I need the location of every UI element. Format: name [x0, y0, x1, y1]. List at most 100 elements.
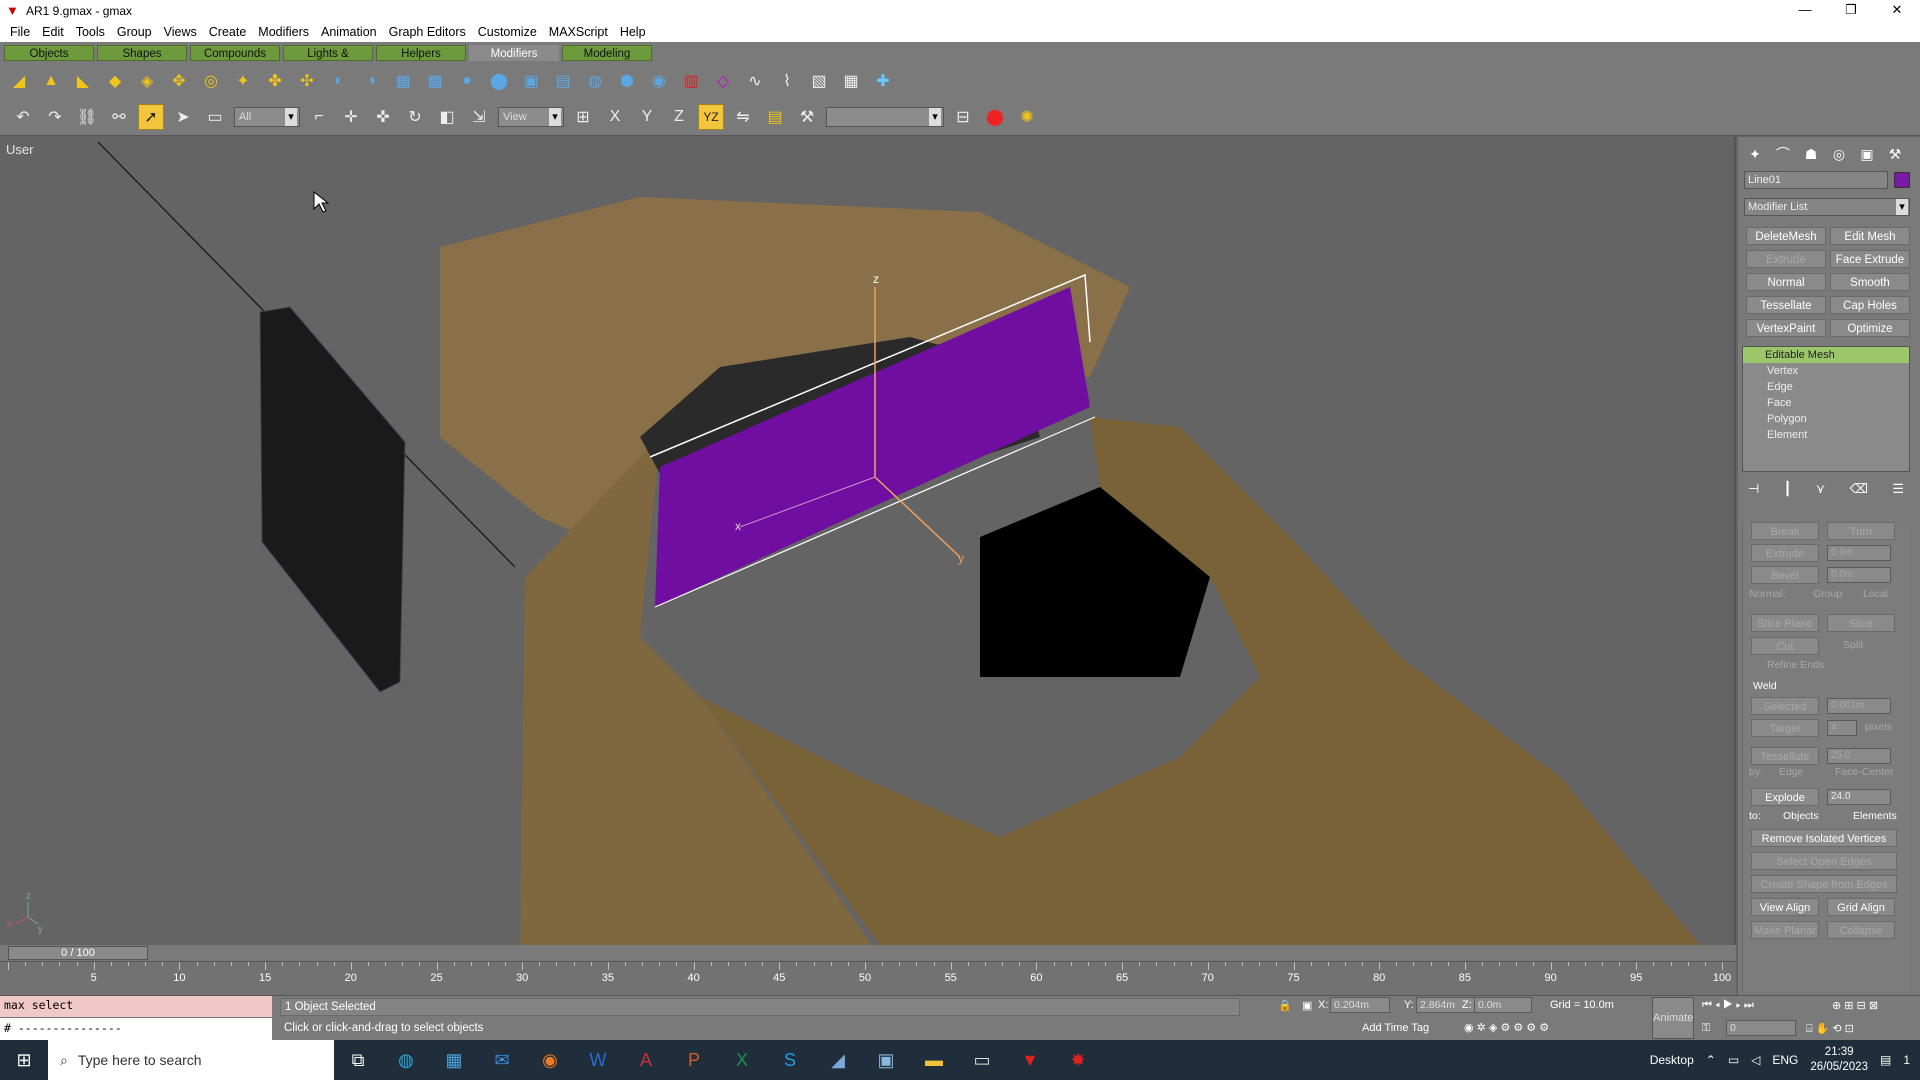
show-end-result-icon[interactable]: ┃: [1784, 481, 1792, 497]
weld-target-spinner[interactable]: 4: [1827, 720, 1857, 736]
squeeze-icon[interactable]: ✥: [166, 68, 192, 94]
spline-icon[interactable]: ⌇: [774, 68, 800, 94]
edge-radio[interactable]: Edge: [1779, 766, 1804, 778]
object-name-field[interactable]: Line01: [1744, 171, 1888, 189]
firefox-icon[interactable]: ◉: [526, 1040, 574, 1080]
select-object-icon[interactable]: ➚: [138, 103, 164, 130]
create-tab-icon[interactable]: ✦: [1744, 143, 1766, 165]
viewport-nav-icons[interactable]: ⊕ ⊞ ⊟ ⊠: [1832, 999, 1878, 1015]
bevel-spinner[interactable]: 0.0m: [1827, 567, 1891, 583]
viewport-nav-icons-2[interactable]: ⌸ ✋ ⟲ ⊡: [1806, 1022, 1854, 1038]
rotate-icon[interactable]: ↻: [402, 104, 428, 130]
tab-lights-cameras[interactable]: Lights & Cameras: [283, 45, 373, 76]
time-slider[interactable]: 0 / 100: [0, 945, 1736, 961]
chevron-up-icon[interactable]: ⌃: [1706, 1053, 1716, 1067]
link-icon[interactable]: ⛓: [74, 104, 100, 130]
rectangular-selection-icon[interactable]: ▭: [202, 104, 228, 130]
tab-objects[interactable]: Objects: [4, 45, 94, 61]
wave-icon[interactable]: ✣: [294, 68, 320, 94]
z-coord-field[interactable]: 0.0m: [1474, 997, 1532, 1013]
user-viewport[interactable]: User z x y z x y: [0, 137, 1736, 945]
tab-compounds[interactable]: Compounds: [190, 45, 280, 61]
normal-local-radio[interactable]: Local: [1863, 588, 1888, 600]
tab-helpers[interactable]: Helpers: [376, 45, 466, 61]
checker-icon[interactable]: ▦: [838, 68, 864, 94]
material-editor-icon[interactable]: ⊟: [950, 104, 976, 130]
edit-mesh-icon[interactable]: ▥: [678, 68, 704, 94]
explode-button[interactable]: Explode: [1751, 788, 1819, 806]
refine-ends-checkbox[interactable]: Refine Ends: [1767, 659, 1824, 671]
select-move-icon[interactable]: ✛: [338, 104, 364, 130]
minimize-button[interactable]: —: [1782, 0, 1828, 22]
bevel-button[interactable]: Bevel: [1751, 566, 1819, 584]
tessellate-rollout-button[interactable]: Tessellate: [1751, 747, 1819, 765]
bend-icon[interactable]: ◢: [6, 68, 32, 94]
move-icon[interactable]: ✜: [370, 104, 396, 130]
mesh-smooth-icon[interactable]: ◇: [710, 68, 736, 94]
menu-graph-editors[interactable]: Graph Editors: [383, 25, 472, 39]
menu-group[interactable]: Group: [111, 25, 158, 39]
app-icon-3[interactable]: ▭: [958, 1040, 1006, 1080]
scale-icon[interactable]: ◧: [434, 104, 460, 130]
network-icon[interactable]: ▭: [1728, 1053, 1739, 1067]
cap-holes-button[interactable]: Cap Holes: [1830, 296, 1910, 314]
clock[interactable]: 21:39 26/05/2023: [1810, 1045, 1868, 1075]
turn-button[interactable]: Turn: [1827, 522, 1895, 540]
cylinder-icon[interactable]: ⬤: [486, 68, 512, 94]
squash-icon[interactable]: ⇲: [466, 104, 492, 130]
menu-views[interactable]: Views: [158, 25, 203, 39]
windows-start-icon[interactable]: ⊞: [0, 1040, 48, 1080]
render-icon[interactable]: ⬤: [982, 104, 1008, 130]
smooth-button[interactable]: Smooth: [1830, 273, 1910, 291]
stack-vertex[interactable]: Vertex: [1743, 363, 1909, 379]
object-color-swatch[interactable]: [1894, 172, 1910, 188]
material-icon[interactable]: ✚: [870, 68, 896, 94]
utilities-tab-icon[interactable]: ⚒: [1884, 143, 1906, 165]
app-icon-1[interactable]: ◢: [814, 1040, 862, 1080]
maxscript-listener-input[interactable]: max select: [0, 996, 272, 1017]
mail-icon[interactable]: ✉: [478, 1040, 526, 1080]
gmax-taskbar-icon[interactable]: ▼: [1006, 1040, 1054, 1080]
sphere-icon[interactable]: ●: [454, 68, 480, 94]
taper-icon[interactable]: ▲: [38, 68, 64, 94]
surface-icon[interactable]: ▧: [806, 68, 832, 94]
volume-icon[interactable]: ◁: [1751, 1053, 1760, 1067]
menu-file[interactable]: File: [4, 25, 36, 39]
time-slider-thumb[interactable]: 0 / 100: [8, 946, 148, 960]
add-time-tag-button[interactable]: Add Time Tag: [1362, 1022, 1429, 1038]
collapse-button[interactable]: Collapse: [1827, 921, 1895, 939]
menu-tools[interactable]: Tools: [70, 25, 111, 39]
face-center-radio[interactable]: Face-Center: [1835, 766, 1893, 778]
motion-tab-icon[interactable]: ◎: [1828, 143, 1850, 165]
extrude-spinner[interactable]: 0.0m: [1827, 545, 1891, 561]
display-tab-icon[interactable]: ▣: [1856, 143, 1878, 165]
desktop-toolbar[interactable]: Desktop: [1650, 1053, 1694, 1067]
menu-animation[interactable]: Animation: [315, 25, 383, 39]
tab-shapes[interactable]: Shapes: [97, 45, 187, 61]
axis-x-button[interactable]: X: [602, 104, 628, 130]
align-icon[interactable]: ⚒: [794, 104, 820, 130]
close-button[interactable]: ✕: [1874, 0, 1920, 22]
animate-button[interactable]: Animate: [1652, 997, 1694, 1039]
reference-coord-dropdown[interactable]: View: [498, 106, 564, 127]
menu-maxscript[interactable]: MAXScript: [543, 25, 614, 39]
face-extrude-button[interactable]: Face Extrude: [1830, 250, 1910, 268]
optimize-button[interactable]: Optimize: [1830, 319, 1910, 337]
slice-button[interactable]: Slice: [1827, 614, 1895, 632]
axis-z-button[interactable]: Z: [666, 104, 692, 130]
task-view-icon[interactable]: ⧉: [334, 1040, 382, 1080]
pivot-center-icon[interactable]: ⊞: [570, 104, 596, 130]
unwrap-icon[interactable]: ▤: [550, 68, 576, 94]
store-icon[interactable]: ▦: [430, 1040, 478, 1080]
excel-icon[interactable]: X: [718, 1040, 766, 1080]
skype-icon[interactable]: S: [766, 1040, 814, 1080]
taskbar-search[interactable]: ⌕ Type here to search: [48, 1040, 334, 1080]
normal-button[interactable]: Normal: [1746, 273, 1826, 291]
tessellate-button[interactable]: Tessellate: [1746, 296, 1826, 314]
uvw-map-icon[interactable]: ▣: [518, 68, 544, 94]
array-icon[interactable]: ▤: [762, 104, 788, 130]
lattice-icon[interactable]: ▩: [422, 68, 448, 94]
named-selection-dropdown[interactable]: [826, 106, 944, 127]
cut-button[interactable]: Cut: [1751, 637, 1819, 655]
weld-selected-button[interactable]: Selected: [1751, 697, 1819, 715]
